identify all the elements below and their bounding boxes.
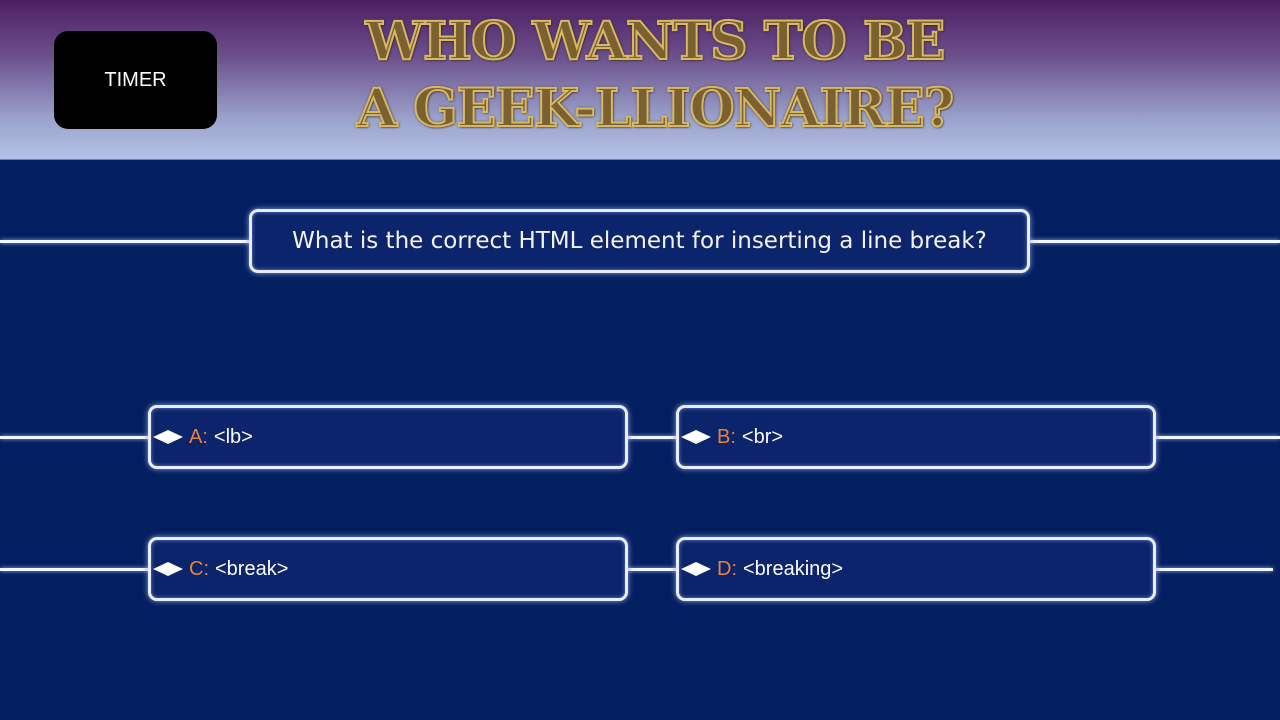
answer-b-button[interactable]: B: <br>: [676, 405, 1156, 469]
answer-d-text: <breaking>: [743, 557, 844, 580]
question-box: What is the correct HTML element for ins…: [249, 209, 1030, 273]
answer-b-letter: B:: [717, 425, 736, 448]
diamond-icon: [153, 430, 183, 444]
answer-d-letter: D:: [717, 557, 737, 580]
question-line-left: [0, 240, 252, 243]
diamond-icon: [681, 430, 711, 444]
answer-line-left-row2: [0, 568, 152, 571]
question-text: What is the correct HTML element for ins…: [292, 228, 987, 254]
title-line-1: WHO WANTS TO BE: [365, 10, 947, 73]
diamond-icon: [153, 562, 183, 576]
timer-label: TIMER: [104, 68, 167, 91]
answer-c-text: <break>: [215, 557, 289, 580]
header-banner: TIMER WHO WANTS TO BE A GEEK-LLIONAIRE?: [0, 0, 1280, 160]
diamond-icon: [681, 562, 711, 576]
answer-a-text: <lb>: [213, 425, 253, 448]
answer-c-letter: C:: [189, 557, 209, 580]
answer-d-button[interactable]: D: <breaking>: [676, 537, 1156, 601]
answer-line-mid-row1: [626, 436, 680, 439]
answer-c-button[interactable]: C: <break>: [148, 537, 628, 601]
game-title: WHO WANTS TO BE A GEEK-LLIONAIRE?: [300, 8, 1010, 142]
answer-line-right-row2: [1153, 568, 1273, 571]
question-line-right: [1027, 240, 1280, 243]
answer-line-mid-row2: [626, 568, 680, 571]
answer-a-button[interactable]: A: <lb>: [148, 405, 628, 469]
title-line-2: A GEEK-LLIONAIRE?: [356, 77, 955, 140]
answer-line-left-row1: [0, 436, 152, 439]
answer-a-letter: A:: [189, 425, 208, 448]
answer-line-right-row1: [1153, 436, 1280, 439]
answer-b-text: <br>: [741, 425, 784, 448]
timer-button[interactable]: TIMER: [54, 31, 217, 129]
